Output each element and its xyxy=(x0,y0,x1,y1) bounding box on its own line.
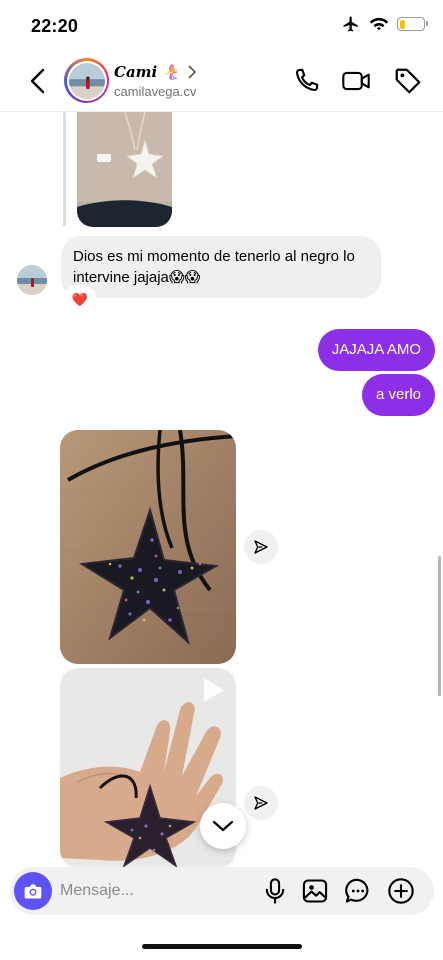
chat-header: Cami 🧜‍♀️ camilavega.cv xyxy=(0,52,443,112)
microphone-icon[interactable] xyxy=(261,877,289,905)
battery-icon xyxy=(397,17,428,31)
status-icons xyxy=(341,15,428,33)
battery-level xyxy=(399,19,405,29)
contact-username: camilavega.cv xyxy=(114,84,197,99)
tag-icon[interactable] xyxy=(393,66,423,96)
video-camera-icon[interactable] xyxy=(341,66,371,96)
status-time: 22:20 xyxy=(31,16,79,36)
outgoing-message[interactable]: JAJAJA AMO xyxy=(317,329,435,371)
phone-icon[interactable] xyxy=(291,66,321,96)
home-indicator[interactable] xyxy=(142,944,302,949)
sender-avatar-photo xyxy=(17,265,47,295)
send-icon xyxy=(254,796,268,810)
scroll-to-bottom-button[interactable] xyxy=(200,803,246,849)
replied-photo-starfish-necklace[interactable] xyxy=(77,112,172,227)
outgoing-message[interactable]: a verlo xyxy=(361,374,435,416)
contact-name-row[interactable]: Cami 🧜‍♀️ xyxy=(114,63,197,81)
chevron-down-icon xyxy=(212,820,234,832)
camera-button[interactable] xyxy=(14,872,52,910)
sticker-icon[interactable] xyxy=(344,877,372,905)
airplane-icon xyxy=(343,16,358,32)
camera-icon xyxy=(24,884,42,899)
back-arrow-icon[interactable] xyxy=(26,66,50,96)
photo-message-black-starfish[interactable] xyxy=(60,430,236,664)
chevron-right-icon xyxy=(188,65,196,79)
send-icon xyxy=(254,540,268,554)
status-bar: 22:20 xyxy=(0,0,443,52)
share-button[interactable] xyxy=(244,786,278,820)
contact-avatar[interactable] xyxy=(64,58,109,103)
sender-avatar[interactable] xyxy=(17,265,47,295)
wifi-icon xyxy=(369,17,389,31)
scrollbar[interactable] xyxy=(438,556,441,696)
message-composer xyxy=(10,867,434,915)
avatar-photo xyxy=(68,62,105,99)
message-list[interactable]: Dios es mi momento de tenerlo al negro l… xyxy=(0,112,443,867)
message-input[interactable] xyxy=(60,879,250,903)
share-button[interactable] xyxy=(244,530,278,564)
mermaid-emoji-icon: 🧜‍♀️ xyxy=(163,64,181,80)
contact-name: Cami xyxy=(114,63,158,81)
plus-icon[interactable] xyxy=(387,877,415,905)
heart-reaction[interactable]: ❤️ xyxy=(65,287,95,313)
reply-indicator xyxy=(63,112,66,226)
incoming-message[interactable]: Dios es mi momento de tenerlo al negro l… xyxy=(61,236,381,298)
gallery-icon[interactable] xyxy=(301,877,329,905)
